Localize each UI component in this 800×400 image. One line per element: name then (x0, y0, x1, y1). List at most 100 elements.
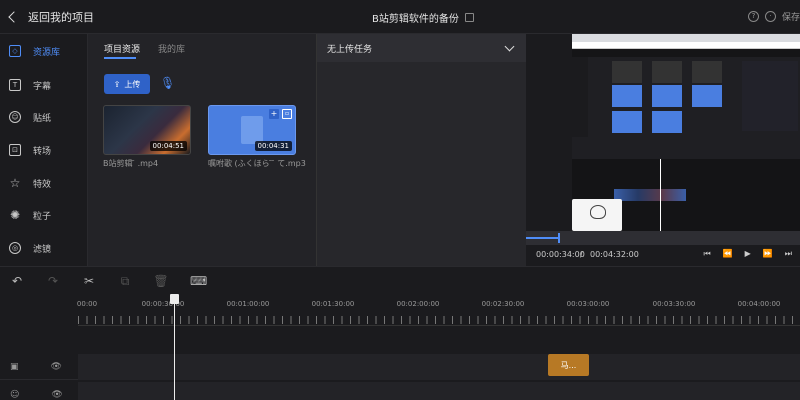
upload-label: 上传 (124, 79, 141, 89)
timeline-clip[interactable]: 马... (548, 354, 589, 376)
project-title: B站剪辑软件的备份 (372, 10, 474, 25)
skip-to-start-icon[interactable]: ⏮ (704, 249, 711, 259)
asset-duration: 00:04:51 (149, 141, 187, 151)
tick-label: 00:02:30:00 (481, 300, 525, 308)
preview-cell (652, 85, 682, 107)
editor-app: 返回我的项目 B站剪辑软件的备份 ? · 保存 ◇ 资源库 T 字幕 ☺ 贴纸 … (0, 0, 800, 400)
preview-cell (652, 61, 682, 83)
preview-app-content (572, 49, 800, 231)
skip-to-end-icon[interactable]: ⏭ (785, 249, 792, 259)
time-separator: / (580, 250, 583, 259)
tick-label: 00:03:00:00 (566, 300, 610, 308)
preview-cell (692, 61, 722, 83)
sidebar-item-label: 贴纸 (33, 113, 52, 124)
preview-app-sidebar (572, 57, 588, 137)
sidebar-item-library[interactable]: ◇ 资源库 (0, 34, 88, 68)
tick-label: 00:01:00:00 (226, 300, 270, 308)
preview-browser-address (572, 42, 800, 49)
eye-icon[interactable]: 👁 (51, 362, 62, 372)
upload-icon: ⇪ (113, 79, 121, 89)
sidebar-item-label: 字幕 (33, 81, 52, 92)
fast-forward-icon[interactable]: ⏩ (763, 249, 773, 259)
chevron-down-icon (504, 41, 515, 52)
sticker-track-icon: ☺ (10, 390, 20, 400)
filter-icon: ◎ (9, 242, 21, 254)
play-icon[interactable]: ▶ (745, 249, 751, 259)
microphone-icon[interactable]: 🎙 (160, 76, 175, 92)
eye-icon[interactable]: 👁 (51, 390, 62, 400)
sidebar-item-label: 滤镜 (33, 244, 52, 255)
edit-toolbar: ↶ ↷ ✂ ⧉ 🗑 ⌨ (0, 266, 800, 294)
asset-panel: 项目资源 我的库 ⇪ 上传 🎙 00:04:51 B站剪辑 ̄ .mp4 + ▫… (88, 34, 316, 266)
preview-cell (612, 85, 642, 107)
tab-project-assets[interactable]: 项目资源 (104, 42, 140, 55)
asset-duration: 00:04:31 (254, 141, 292, 151)
ruler-ticks (78, 316, 800, 324)
timeline-track-sticker[interactable] (78, 382, 800, 400)
tick-label: 00:02:00:00 (396, 300, 440, 308)
back-to-projects-button[interactable]: 返回我的项目 (8, 9, 94, 25)
sticker-icon: ☺ (9, 111, 21, 123)
asset-name: 嘱咐歌 (ふくほら ̄ ̄ て.mp3 (208, 159, 306, 168)
playback-controls: ⏮ ⏪ ▶ ⏩ ⏭ (704, 249, 793, 259)
text-icon: T (9, 79, 21, 91)
sidebar-item-filter[interactable]: ◎ 滤镜 (0, 231, 88, 265)
preview-cell (692, 85, 722, 107)
timeline-track-subtitle[interactable] (78, 354, 800, 380)
crop-icon[interactable]: ⧉ (117, 273, 133, 289)
upload-task-dropdown[interactable]: 无上传任务 (317, 34, 527, 62)
preview-cell (612, 61, 642, 83)
track-header-subtitle: ▣ 👁 (0, 354, 78, 380)
subtitle-track-icon: ▣ (10, 361, 19, 372)
star-icon: ☆ (9, 176, 21, 190)
left-sidebar: ◇ 资源库 T 字幕 ☺ 贴纸 ⊡ 转场 ☆ 特效 ✺ 粒子 ◎ 滤镜 (0, 34, 88, 266)
preview-cell (652, 111, 682, 133)
sidebar-item-label: 特效 (33, 179, 52, 190)
sidebar-item-label: 粒子 (33, 211, 52, 222)
upload-button[interactable]: ⇪ 上传 (104, 74, 150, 94)
rewind-icon[interactable]: ⏪ (723, 249, 733, 259)
sidebar-item-subtitle[interactable]: T 字幕 (0, 68, 88, 102)
subtitle-tool-icon[interactable]: ⌨ (190, 273, 207, 289)
sidebar-item-label: 转场 (33, 146, 52, 157)
sidebar-item-transition[interactable]: ⊡ 转场 (0, 133, 88, 167)
delete-icon[interactable]: ▫ (282, 109, 292, 119)
active-tab-indicator (104, 57, 136, 59)
current-time: 00:00:34:00 (536, 250, 585, 259)
save-button[interactable]: 保存 (782, 10, 800, 23)
undo-icon[interactable]: ↶ (9, 273, 25, 289)
sidebar-item-sticker[interactable]: ☺ 贴纸 (0, 100, 88, 134)
preview-cat-sticker (572, 199, 622, 231)
timeline-ruler[interactable]: 00:00 00:00:30:00 00:01:00:00 00:01:30:0… (77, 294, 800, 326)
settings-icon[interactable]: · (764, 11, 776, 22)
progress-knob[interactable] (557, 233, 560, 243)
playhead-handle[interactable] (170, 294, 179, 304)
tab-my-library[interactable]: 我的库 (158, 42, 185, 55)
preview-panel: 00:00:34:00 / 00:04:32:00 ⏮ ⏪ ▶ ⏩ ⏭ (526, 34, 800, 266)
preview-browser-tabs (572, 34, 800, 42)
timeline-playhead[interactable] (174, 294, 175, 400)
add-to-timeline-button[interactable]: + (269, 109, 279, 119)
sidebar-item-particles[interactable]: ✺ 粒子 (0, 198, 88, 232)
upload-task-title: 无上传任务 (327, 44, 373, 55)
asset-name: B站剪辑 ̄ .mp4 (103, 159, 159, 168)
sidebar-item-label: 资源库 (33, 47, 61, 58)
asset-thumbnail-video[interactable]: 00:04:51 (103, 105, 191, 155)
back-label: 返回我的项目 (28, 11, 94, 24)
project-title-text: B站剪辑软件的备份 (372, 14, 459, 25)
asset-thumbnail-audio[interactable]: + ▫ 00:04:31 (208, 105, 296, 155)
redo-icon[interactable]: ↷ (45, 273, 61, 289)
timeline-track-video[interactable] (78, 326, 800, 352)
split-icon[interactable]: ✂ (81, 273, 97, 289)
help-icon[interactable]: ? (747, 11, 759, 22)
preview-app-clip (614, 189, 686, 201)
music-note-icon (241, 116, 263, 144)
preview-progress-bar[interactable] (526, 231, 800, 245)
cube-icon: ◇ (9, 45, 21, 57)
sidebar-item-effects[interactable]: ☆ 特效 (0, 166, 88, 200)
top-right-actions: ? · 保存 (747, 10, 800, 23)
preview-video-frame (572, 34, 800, 231)
edit-icon[interactable] (464, 13, 474, 22)
total-time: 00:04:32:00 (590, 250, 639, 259)
delete-icon[interactable]: 🗑 (153, 273, 169, 289)
